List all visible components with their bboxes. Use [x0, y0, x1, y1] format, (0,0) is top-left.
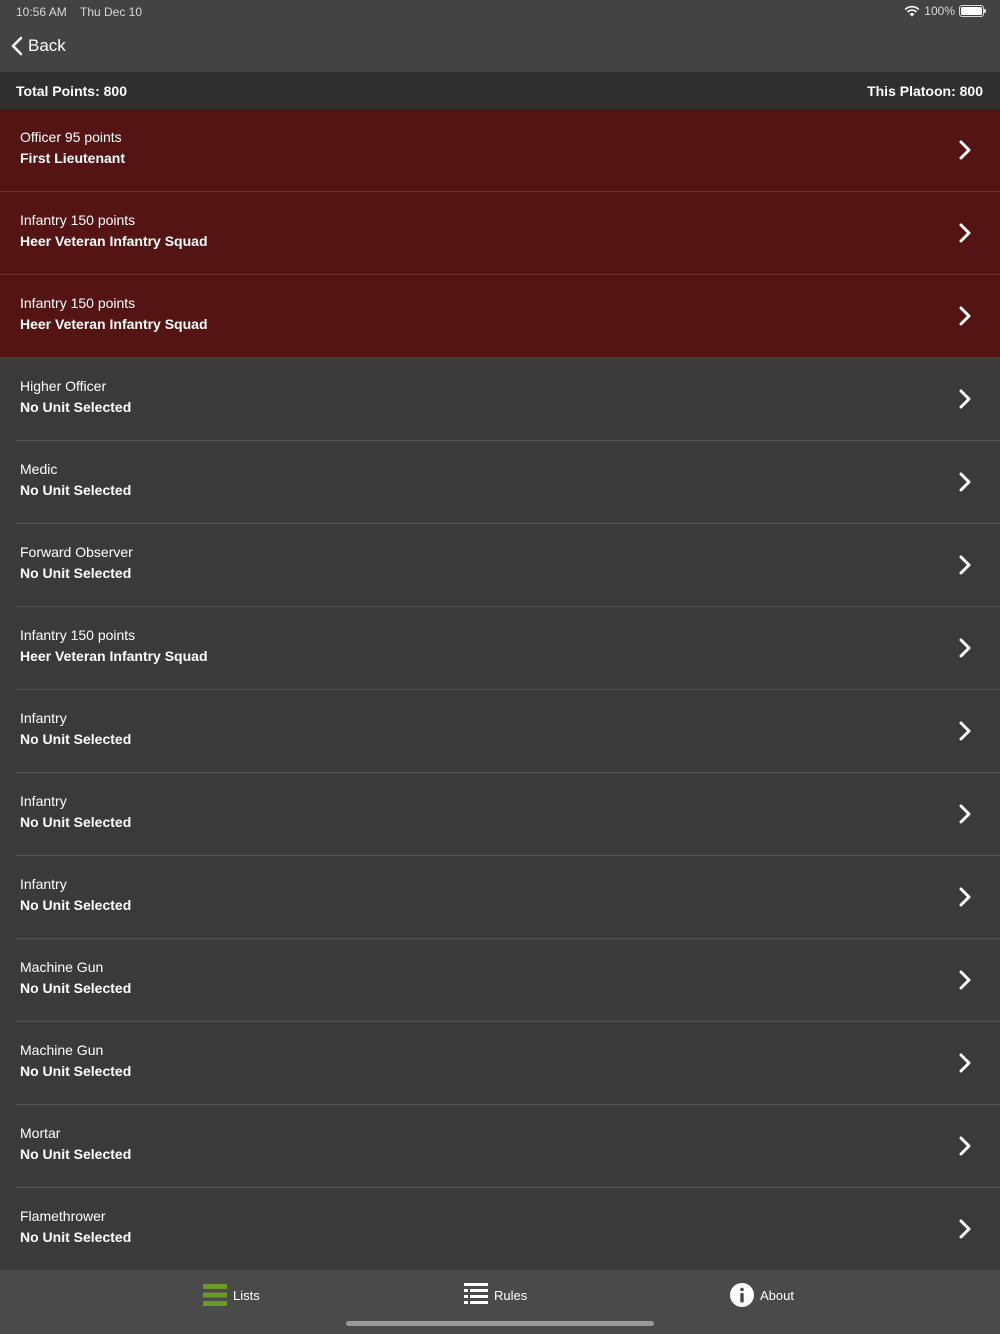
unit-slot-row[interactable]: Infantry No Unit Selected — [0, 773, 1000, 856]
status-date: Thu Dec 10 — [80, 5, 143, 19]
unit-slot-row[interactable]: Flamethrower No Unit Selected — [0, 1188, 1000, 1271]
unit-slot-title: Infantry 150 points — [20, 212, 136, 228]
status-bar: 10:56 AM Thu Dec 10 100% — [0, 0, 1000, 24]
unit-slot-row[interactable]: Higher Officer No Unit Selected — [0, 358, 1000, 441]
status-right: 100% — [904, 4, 986, 18]
tab-about[interactable]: About — [730, 1283, 794, 1307]
unit-slot-subtitle: No Unit Selected — [20, 1063, 132, 1079]
rules-icon — [464, 1283, 488, 1304]
unit-slot-list: Officer 95 points First Lieutenant Infantr… — [0, 109, 1000, 1271]
status-time: 10:56 AM — [16, 5, 67, 19]
unit-slot-title: Higher Officer — [20, 378, 107, 394]
unit-slot-subtitle: First Lieutenant — [20, 150, 126, 166]
unit-slot-subtitle: No Unit Selected — [20, 1146, 132, 1162]
tab-lists[interactable]: Lists — [203, 1283, 260, 1307]
chevron-right-icon — [958, 389, 972, 414]
chevron-right-icon — [958, 970, 972, 995]
unit-slot-row[interactable]: Infantry 150 points Heer Veteran Infantry… — [0, 192, 1000, 275]
tab-about-label: About — [760, 1287, 794, 1303]
unit-slot-title: Machine Gun — [20, 1042, 104, 1058]
unit-slot-title: Machine Gun — [20, 959, 104, 975]
unit-slot-row[interactable]: Infantry 150 points Heer Veteran Infantry… — [0, 607, 1000, 690]
unit-slot-subtitle: No Unit Selected — [20, 399, 132, 415]
tab-rules[interactable]: Rules — [464, 1283, 527, 1307]
unit-slot-title: Infantry — [20, 710, 67, 726]
unit-slot-row[interactable]: Infantry 150 points Heer Veteran Infantry… — [0, 275, 1000, 358]
unit-slot-title: Infantry — [20, 876, 67, 892]
battery-percent: 100% — [924, 4, 955, 18]
unit-slot-subtitle: No Unit Selected — [20, 814, 132, 830]
wifi-icon — [904, 5, 920, 17]
unit-slot-row[interactable]: Infantry No Unit Selected — [0, 690, 1000, 773]
chevron-left-icon — [11, 36, 23, 56]
info-icon — [730, 1283, 754, 1307]
unit-slot-row[interactable]: Machine Gun No Unit Selected — [0, 939, 1000, 1022]
unit-slot-subtitle: No Unit Selected — [20, 1229, 132, 1245]
battery-icon — [959, 5, 986, 17]
chevron-right-icon — [958, 223, 972, 248]
unit-slot-subtitle: No Unit Selected — [20, 980, 132, 996]
unit-slot-title: Medic — [20, 461, 58, 477]
total-points: Total Points: 800 — [16, 83, 127, 99]
chevron-right-icon — [958, 1219, 972, 1244]
back-label: Back — [28, 36, 66, 55]
unit-slot-title: Infantry 150 points — [20, 295, 136, 311]
chevron-right-icon — [958, 472, 972, 497]
unit-slot-subtitle: Heer Veteran Infantry Squad — [20, 316, 208, 332]
chevron-right-icon — [958, 555, 972, 580]
unit-slot-title: Forward Observer — [20, 544, 133, 560]
navigation-bar: Back — [0, 24, 1000, 72]
unit-slot-subtitle: No Unit Selected — [20, 731, 132, 747]
home-indicator — [346, 1321, 654, 1326]
platoon-points: This Platoon: 800 — [867, 83, 983, 99]
unit-slot-row[interactable]: Machine Gun No Unit Selected — [0, 1022, 1000, 1105]
unit-slot-row[interactable]: Forward Observer No Unit Selected — [0, 524, 1000, 607]
unit-slot-row[interactable]: Mortar No Unit Selected — [0, 1105, 1000, 1188]
unit-slot-subtitle: Heer Veteran Infantry Squad — [20, 233, 208, 249]
unit-slot-subtitle: Heer Veteran Infantry Squad — [20, 648, 208, 664]
back-button[interactable]: Back — [10, 36, 66, 56]
unit-slot-title: Mortar — [20, 1125, 61, 1141]
chevron-right-icon — [958, 1053, 972, 1078]
chevron-right-icon — [958, 638, 972, 663]
chevron-right-icon — [958, 721, 972, 746]
unit-slot-row[interactable]: Infantry No Unit Selected — [0, 856, 1000, 939]
unit-slot-title: Infantry 150 points — [20, 627, 136, 643]
unit-slot-row[interactable]: Medic No Unit Selected — [0, 441, 1000, 524]
tab-lists-label: Lists — [233, 1287, 260, 1303]
unit-slot-title: Infantry — [20, 793, 67, 809]
points-summary-bar: Total Points: 800 This Platoon: 800 — [0, 72, 1000, 109]
chevron-right-icon — [958, 1136, 972, 1161]
unit-slot-subtitle: No Unit Selected — [20, 565, 132, 581]
chevron-right-icon — [958, 887, 972, 912]
unit-slot-title: Officer 95 points — [20, 129, 122, 145]
unit-slot-subtitle: No Unit Selected — [20, 482, 132, 498]
chevron-right-icon — [958, 140, 972, 165]
tab-rules-label: Rules — [494, 1287, 528, 1303]
unit-slot-row[interactable]: Officer 95 points First Lieutenant — [0, 109, 1000, 192]
chevron-right-icon — [958, 306, 972, 331]
unit-slot-title: Flamethrower — [20, 1208, 106, 1224]
list-green-icon — [203, 1284, 227, 1306]
chevron-right-icon — [958, 804, 972, 829]
unit-slot-subtitle: No Unit Selected — [20, 897, 132, 913]
